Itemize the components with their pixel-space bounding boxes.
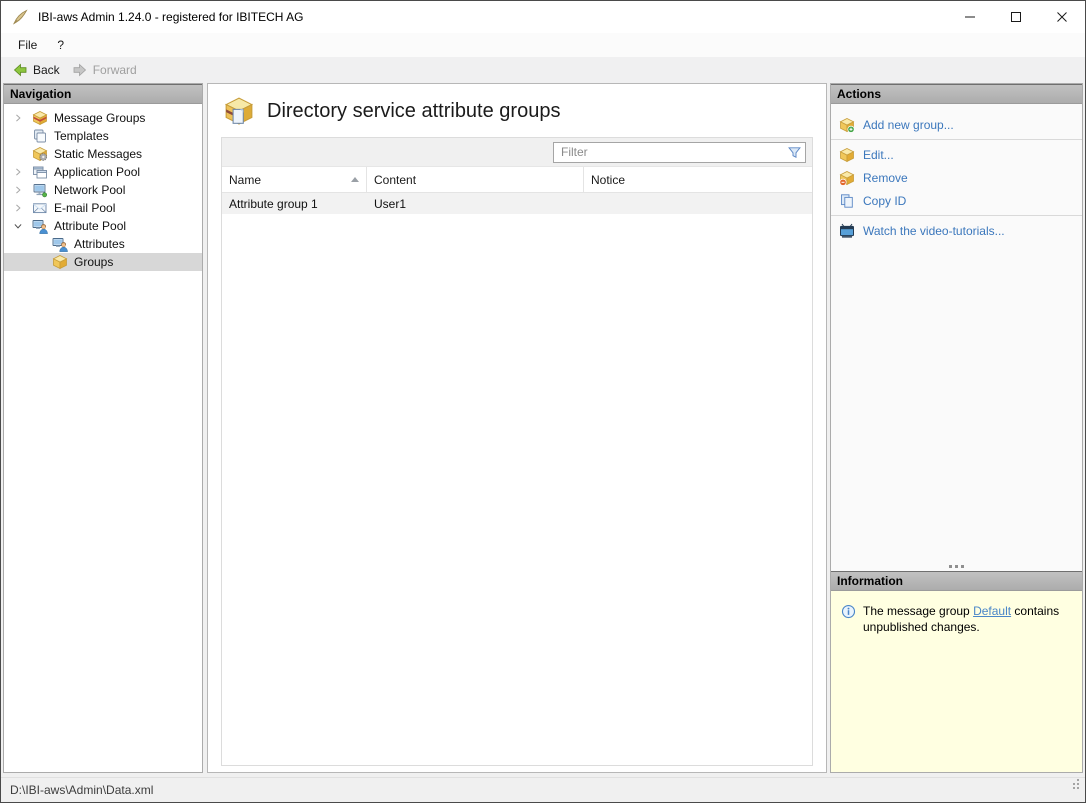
email-pool-icon <box>32 200 48 216</box>
cell-name: Attribute group 1 <box>222 197 367 211</box>
forward-arrow-icon <box>72 62 88 78</box>
close-button[interactable] <box>1039 1 1085 33</box>
navigation-tree: Message Groups Templates Static Messages… <box>4 104 202 271</box>
attribute-groups-page-icon <box>224 96 254 126</box>
information-message: The message group Default contains unpub… <box>863 603 1072 635</box>
column-content-label: Content <box>374 173 416 187</box>
filter-icon[interactable] <box>787 145 802 160</box>
nav-item-static-messages[interactable]: Static Messages <box>4 145 202 163</box>
forward-label: Forward <box>93 63 137 77</box>
nav-item-email-pool[interactable]: E-mail Pool <box>4 199 202 217</box>
back-arrow-icon <box>12 62 28 78</box>
chevron-right-icon[interactable] <box>10 164 26 180</box>
resize-grip-icon[interactable] <box>1069 787 1071 789</box>
nav-item-application-pool[interactable]: Application Pool <box>4 163 202 181</box>
menubar: File ? <box>1 33 1085 57</box>
toolbar: Back Forward <box>1 57 1085 83</box>
sort-ascending-icon <box>351 177 359 182</box>
action-remove[interactable]: Remove <box>831 166 1082 189</box>
info-icon <box>841 604 856 619</box>
nav-item-attributes[interactable]: Attributes <box>4 235 202 253</box>
app-icon <box>11 8 29 26</box>
groups-table-container: Name Content Notice Attribute group 1 Us… <box>221 137 813 766</box>
information-message-prefix: The message group <box>863 604 973 618</box>
column-header-content[interactable]: Content <box>367 167 584 192</box>
column-header-name[interactable]: Name <box>222 167 367 192</box>
menu-help[interactable]: ? <box>47 33 74 57</box>
column-header-notice[interactable]: Notice <box>584 167 812 192</box>
actions-list: Add new group... Edit... Remove Copy ID <box>831 104 1082 561</box>
maximize-button[interactable] <box>993 1 1039 33</box>
column-notice-label: Notice <box>591 173 625 187</box>
back-button[interactable]: Back <box>6 60 66 80</box>
actions-panel-header: Actions <box>831 84 1082 104</box>
default-group-link[interactable]: Default <box>973 604 1011 618</box>
minimize-icon <box>964 11 976 23</box>
chevron-right-icon[interactable] <box>10 110 26 126</box>
minimize-button[interactable] <box>947 1 993 33</box>
panel-splitter[interactable] <box>831 561 1082 571</box>
actions-separator <box>831 215 1082 216</box>
back-label: Back <box>33 63 60 77</box>
nav-item-groups[interactable]: Groups <box>4 253 202 271</box>
message-groups-icon <box>32 110 48 126</box>
action-add-new-group[interactable]: Add new group... <box>831 113 1082 136</box>
data-file-path: D:\IBI-aws\Admin\Data.xml <box>10 783 153 797</box>
chevron-spacer <box>30 254 46 270</box>
add-group-icon <box>839 117 855 133</box>
right-panel: Actions Add new group... Edit... Remove <box>830 83 1083 773</box>
actions-separator <box>831 139 1082 140</box>
network-pool-icon <box>32 182 48 198</box>
app-window: IBI-aws Admin 1.24.0 - registered for IB… <box>0 0 1086 803</box>
attributes-icon <box>52 236 68 252</box>
nav-item-network-pool[interactable]: Network Pool <box>4 181 202 199</box>
filter-field <box>553 142 806 163</box>
copy-icon <box>839 193 855 209</box>
navigation-panel: Navigation Message Groups Templates Stat… <box>3 83 203 773</box>
navigation-panel-header: Navigation <box>4 84 202 104</box>
information-content: The message group Default contains unpub… <box>831 591 1082 772</box>
information-panel-header: Information <box>831 571 1082 591</box>
templates-icon <box>32 128 48 144</box>
splitter-handle-icon <box>949 565 964 568</box>
window-controls <box>947 1 1085 33</box>
nav-item-attribute-pool[interactable]: Attribute Pool <box>4 217 202 235</box>
edit-group-icon <box>839 147 855 163</box>
table-header: Name Content Notice <box>222 167 812 193</box>
cell-content: User1 <box>367 197 584 211</box>
action-edit[interactable]: Edit... <box>831 143 1082 166</box>
titlebar[interactable]: IBI-aws Admin 1.24.0 - registered for IB… <box>1 1 1085 33</box>
window-body: Navigation Message Groups Templates Stat… <box>1 83 1085 777</box>
static-messages-icon <box>32 146 48 162</box>
remove-group-icon <box>839 170 855 186</box>
page-title-row: Directory service attribute groups <box>208 84 826 137</box>
tv-icon <box>839 223 855 239</box>
nav-item-templates[interactable]: Templates <box>4 127 202 145</box>
table-row[interactable]: Attribute group 1 User1 <box>222 193 812 214</box>
application-pool-icon <box>32 164 48 180</box>
column-name-label: Name <box>229 173 261 187</box>
attribute-pool-icon <box>32 218 48 234</box>
chevron-spacer <box>10 146 26 162</box>
forward-button: Forward <box>66 60 143 80</box>
maximize-icon <box>1010 11 1022 23</box>
filter-bar <box>222 138 812 167</box>
chevron-down-icon[interactable] <box>10 218 26 234</box>
filter-input[interactable] <box>553 142 806 163</box>
close-icon <box>1056 11 1068 23</box>
menu-file[interactable]: File <box>8 33 47 57</box>
nav-item-message-groups[interactable]: Message Groups <box>4 109 202 127</box>
page-title: Directory service attribute groups <box>267 100 560 123</box>
chevron-right-icon[interactable] <box>10 182 26 198</box>
main-panel: Directory service attribute groups Name … <box>207 83 827 773</box>
statusbar: D:\IBI-aws\Admin\Data.xml <box>1 777 1085 802</box>
chevron-spacer <box>30 236 46 252</box>
action-watch-video-tutorials[interactable]: Watch the video-tutorials... <box>831 219 1082 242</box>
action-copy-id[interactable]: Copy ID <box>831 189 1082 212</box>
chevron-spacer <box>10 128 26 144</box>
chevron-right-icon[interactable] <box>10 200 26 216</box>
groups-icon <box>52 254 68 270</box>
window-title: IBI-aws Admin 1.24.0 - registered for IB… <box>38 10 303 24</box>
